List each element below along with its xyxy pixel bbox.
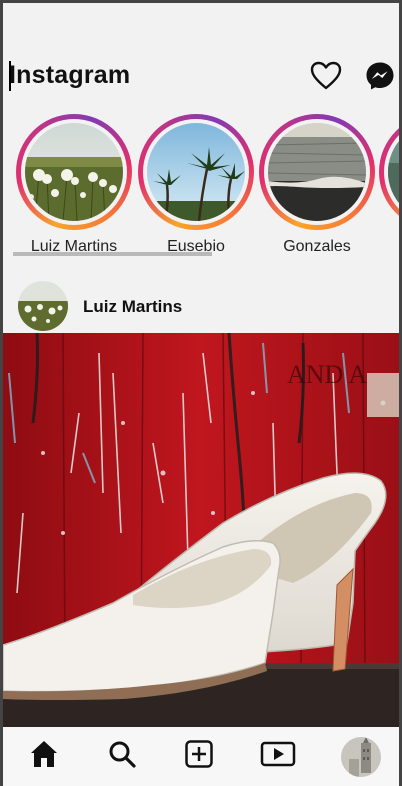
activity-button[interactable] [309,59,343,93]
messenger-icon [366,62,394,90]
story-avatar-image [25,123,123,221]
app-frame: Instagram Luiz Martins Eusebio Gonzales … [0,0,402,786]
story-item[interactable]: Luiz Martins [16,114,132,255]
story-ring [16,114,132,230]
heart-icon [310,61,342,90]
app-title: Instagram [9,61,131,89]
story-item[interactable]: Gonzales [259,114,375,255]
messages-button[interactable] [365,61,395,91]
text-caret [9,61,11,91]
story-ring [138,114,254,230]
story-avatar-image [268,123,366,221]
stories-scrollbar[interactable] [13,252,212,256]
story-avatar-image [147,123,245,221]
post-header: Luiz Martins [3,277,399,333]
nav-search[interactable] [105,737,139,771]
post-image[interactable]: AND A [3,333,399,727]
story-avatar-image [388,123,399,221]
wall-graffiti-text: AND A [287,360,367,389]
story-item[interactable]: Eusebio [138,114,254,255]
post-author-name[interactable]: Luiz Martins [83,297,182,317]
home-icon [31,741,57,767]
profile-avatar[interactable] [341,737,381,777]
add-post-icon [185,740,213,768]
stories-tray: Luiz Martins Eusebio Gonzales [3,111,399,261]
nav-new-post[interactable] [182,737,216,771]
top-bar: Instagram [3,53,399,105]
nav-home[interactable] [27,737,61,771]
post-author-avatar[interactable] [18,281,68,331]
reels-icon [260,741,296,767]
bottom-navigation [3,727,399,786]
story-ring [259,114,375,230]
story-ring [379,114,399,230]
search-icon [109,741,136,768]
story-item[interactable] [379,114,399,230]
nav-reels[interactable] [259,737,297,771]
story-username: Gonzales [283,238,351,255]
